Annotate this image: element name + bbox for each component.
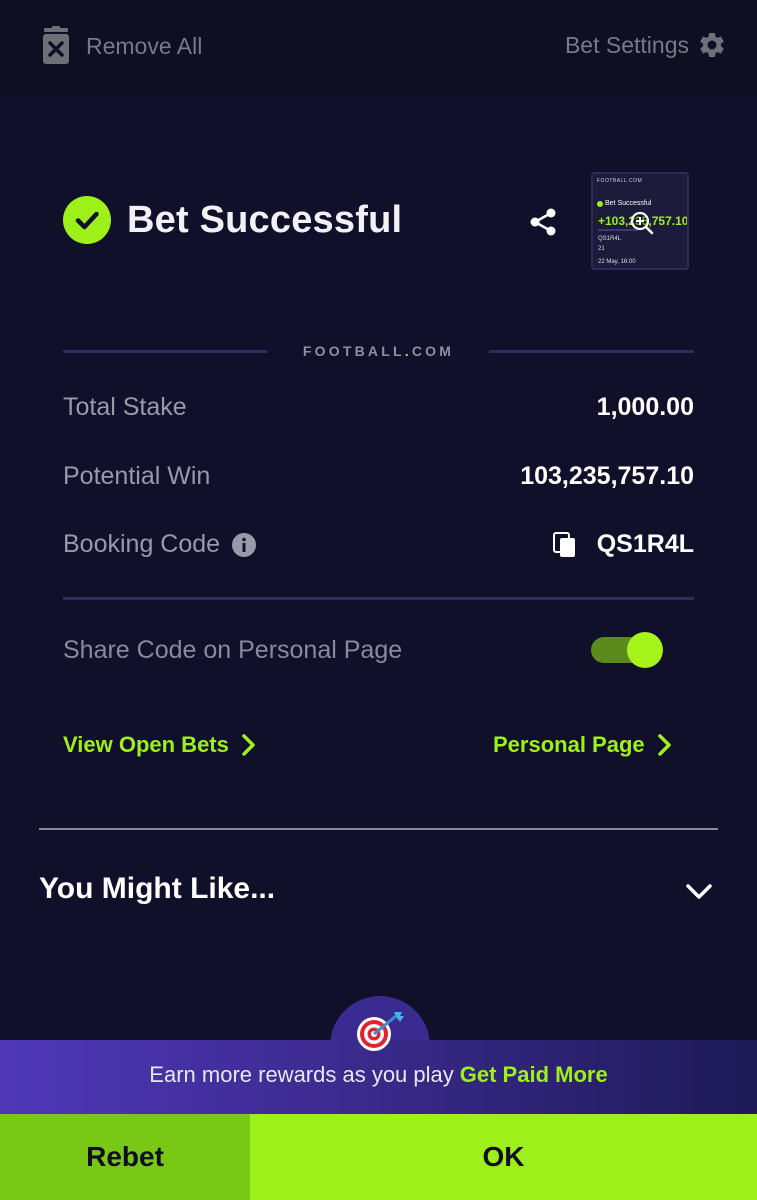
thumbnail-title: Bet Successful xyxy=(597,200,651,207)
share-code-toggle[interactable] xyxy=(591,632,663,668)
booking-code-value-group: QS1R4L xyxy=(552,530,694,559)
potential-win-row: Potential Win 103,235,757.10 xyxy=(63,462,694,491)
check-circle-icon xyxy=(63,196,111,244)
potential-win-label: Potential Win xyxy=(63,462,211,490)
info-icon[interactable] xyxy=(232,532,257,557)
total-stake-label: Total Stake xyxy=(63,393,187,421)
bet-success-header: Bet Successful xyxy=(63,196,402,244)
zoom-in-icon xyxy=(630,211,654,235)
brand-divider: FOOTBALL.COM xyxy=(63,340,694,362)
get-paid-more-link[interactable]: Get Paid More xyxy=(460,1062,608,1087)
remove-all-button[interactable]: Remove All xyxy=(40,26,202,66)
booking-code-value: QS1R4L xyxy=(596,530,694,558)
thumbnail-title-text: Bet Successful xyxy=(605,200,652,207)
brand-line-right xyxy=(489,350,694,353)
recommendations-divider xyxy=(39,828,718,830)
brand-name-part1: FOOTBALL xyxy=(302,343,405,359)
bet-settings-label: Bet Settings xyxy=(564,31,689,58)
total-stake-value: 1,000.00 xyxy=(596,393,694,421)
potential-win-value: 103,235,757.10 xyxy=(520,462,694,490)
rebet-button[interactable]: Rebet xyxy=(0,1114,250,1200)
section-divider xyxy=(63,597,694,600)
share-code-label: Share Code on Personal Page xyxy=(63,635,403,664)
promo-text: Earn more rewards as you play xyxy=(149,1062,454,1087)
rebet-label: Rebet xyxy=(86,1141,164,1172)
copy-icon[interactable] xyxy=(552,531,577,558)
you-might-like-title: You Might Like... xyxy=(39,872,276,905)
brand-name-part2: COM xyxy=(411,343,455,359)
chevron-right-icon xyxy=(242,734,255,756)
view-open-bets-link[interactable]: View Open Bets xyxy=(63,732,257,758)
thumbnail-date: 22 May, 16:00 xyxy=(598,259,636,265)
toggle-knob xyxy=(627,632,663,668)
view-open-bets-label: View Open Bets xyxy=(63,732,229,757)
top-bar: Remove All Bet Settings xyxy=(0,0,757,96)
bet-settings-button[interactable]: Bet Settings xyxy=(565,30,727,60)
total-stake-row: Total Stake 1,000.00 xyxy=(63,393,694,422)
ok-button[interactable]: OK xyxy=(250,1114,757,1200)
brand-dot: . xyxy=(404,343,412,359)
share-code-row: Share Code on Personal Page xyxy=(63,632,663,668)
booking-code-label-group: Booking Code xyxy=(63,530,257,559)
chevron-down-icon[interactable] xyxy=(684,876,714,906)
personal-page-link[interactable]: Personal Page xyxy=(493,732,673,758)
ok-label: OK xyxy=(482,1141,525,1172)
promo-message: Earn more rewards as you play Get Paid Mo… xyxy=(0,1062,757,1088)
thumbnail-code: QS1R4L xyxy=(598,236,622,242)
bet-success-title: Bet Successful xyxy=(127,198,403,241)
bet-slip-thumbnail[interactable]: FOOTBALL.COM Bet Successful +103,235,757… xyxy=(591,172,689,270)
share-icon[interactable] xyxy=(527,206,559,238)
thumbnail-count: 21 xyxy=(598,246,605,252)
booking-code-label: Booking Code xyxy=(63,530,221,558)
remove-all-label: Remove All xyxy=(86,32,203,59)
gear-icon xyxy=(700,32,724,57)
thumbnail-brand: FOOTBALL.COM xyxy=(597,178,643,184)
trash-icon xyxy=(43,26,69,64)
personal-page-label: Personal Page xyxy=(493,732,645,757)
chevron-right-icon xyxy=(657,734,671,756)
target-icon xyxy=(357,1012,404,1051)
thumbnail-check-icon xyxy=(597,200,603,207)
booking-code-row: Booking Code QS1R4L xyxy=(63,530,694,559)
